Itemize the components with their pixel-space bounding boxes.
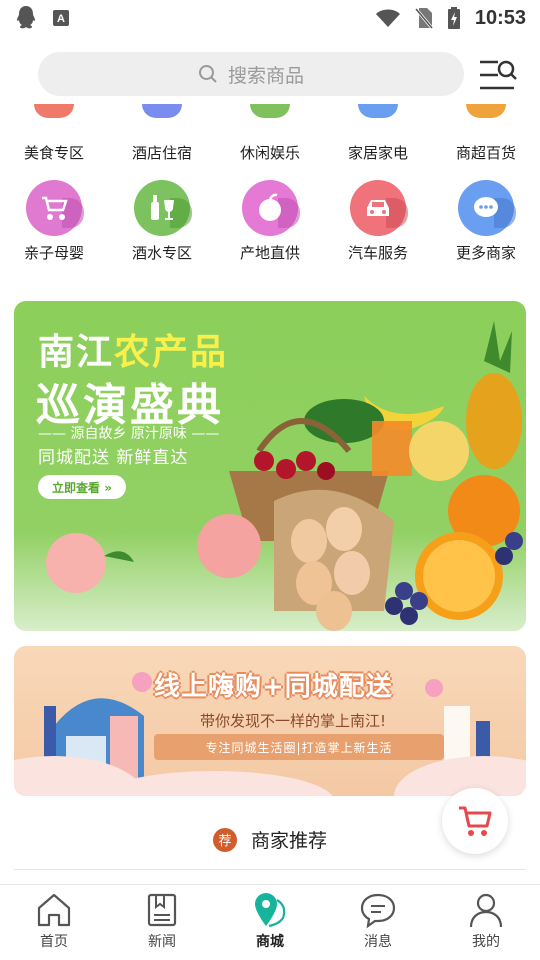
category-supermarket[interactable]: 商超百货 xyxy=(432,104,540,163)
search-bar[interactable]: 搜索商品 xyxy=(38,52,464,96)
food-icon xyxy=(34,104,74,118)
clock: 10:53 xyxy=(474,6,526,29)
home-appliance-icon xyxy=(358,104,398,118)
category-food[interactable]: 美食专区 xyxy=(0,104,108,163)
nav-label: 我的 xyxy=(472,934,500,950)
search-placeholder: 搜索商品 xyxy=(227,64,304,87)
nav-label: 消息 xyxy=(364,934,392,950)
category-label: 更多商家 xyxy=(455,244,516,262)
category-label: 酒水专区 xyxy=(131,244,192,262)
no-sim-icon xyxy=(414,8,433,29)
category-label: 商超百货 xyxy=(455,144,516,162)
hotel-icon xyxy=(142,104,182,118)
category-label: 休闲娱乐 xyxy=(239,144,300,162)
search-icon xyxy=(198,65,217,83)
category-label: 产地直供 xyxy=(239,244,300,262)
category-home-appliance[interactable]: 家居家电 xyxy=(324,104,432,163)
fruit-illustration xyxy=(46,321,523,631)
profile-icon xyxy=(469,893,503,928)
stroller-icon xyxy=(26,180,84,236)
nav-label: 商城 xyxy=(256,934,284,950)
nav-label: 首页 xyxy=(40,934,68,950)
category-origin-supply[interactable]: 产地直供 xyxy=(216,180,324,263)
category-label: 美食专区 xyxy=(23,144,84,162)
divider xyxy=(14,869,526,870)
nav-messages[interactable]: 消息 xyxy=(324,885,432,960)
nav-label: 新闻 xyxy=(148,934,176,950)
apple-icon xyxy=(242,180,300,236)
promo-banner-online-shopping[interactable]: 线上嗨购+同城配送 带你发现不一样的掌上南江! 专注同城生活圈|打造掌上新生活 xyxy=(14,646,526,796)
section-title: 商家推荐 xyxy=(250,830,327,852)
category-row-2: 亲子母婴 酒水专区 产地直供 汽车服务 更多商家 xyxy=(0,180,540,263)
category-baby[interactable]: 亲子母婴 xyxy=(0,180,108,263)
section-header-recommended: 荐 商家推荐 xyxy=(0,826,540,853)
car-icon xyxy=(350,180,408,236)
leisure-icon xyxy=(250,104,290,118)
bottom-nav: 首页 新闻 商城 消息 我的 xyxy=(0,884,540,960)
a-icon: A xyxy=(53,10,69,26)
category-label: 亲子母婴 xyxy=(23,244,84,262)
supermarket-icon xyxy=(466,104,506,118)
banner2-title: 线上嗨购+同城配送 xyxy=(154,672,393,702)
mall-location-icon xyxy=(255,893,286,928)
message-icon xyxy=(360,893,396,929)
nav-news[interactable]: 新闻 xyxy=(108,885,216,960)
category-label: 家居家电 xyxy=(347,144,408,162)
category-car-service[interactable]: 汽车服务 xyxy=(324,180,432,263)
svg-text:A: A xyxy=(57,13,65,25)
battery-charging-icon xyxy=(447,7,460,29)
nav-home[interactable]: 首页 xyxy=(0,885,108,960)
category-more[interactable]: 更多商家 xyxy=(432,180,540,263)
category-wine[interactable]: 酒水专区 xyxy=(108,180,216,263)
wine-icon xyxy=(134,180,192,236)
nav-mall[interactable]: 商城 xyxy=(216,885,324,960)
news-icon xyxy=(147,893,177,927)
banner2-subtitle: 带你发现不一样的掌上南江! xyxy=(200,712,387,730)
category-row-1: 美食专区 酒店住宿 休闲娱乐 家居家电 商超百货 xyxy=(0,104,540,163)
category-leisure[interactable]: 休闲娱乐 xyxy=(216,104,324,163)
category-hotel[interactable]: 酒店住宿 xyxy=(108,104,216,163)
qq-icon xyxy=(17,6,35,29)
home-icon xyxy=(37,893,71,927)
recommend-badge: 荐 xyxy=(212,827,237,852)
menu-search-icon[interactable] xyxy=(478,58,518,92)
wifi-icon xyxy=(375,9,400,27)
nav-profile[interactable]: 我的 xyxy=(432,885,540,960)
banner2-slogan: 专注同城生活圈|打造掌上新生活 xyxy=(154,734,444,760)
promo-banner-agriculture[interactable]: 南江农产品 巡演盛典 —— 源自故乡 原汁原味 —— 同城配送 新鲜直达 立即查… xyxy=(14,301,526,631)
status-bar: A 10:53 xyxy=(0,0,540,36)
more-chat-icon xyxy=(458,180,516,236)
category-label: 酒店住宿 xyxy=(131,144,192,162)
category-label: 汽车服务 xyxy=(347,244,408,262)
